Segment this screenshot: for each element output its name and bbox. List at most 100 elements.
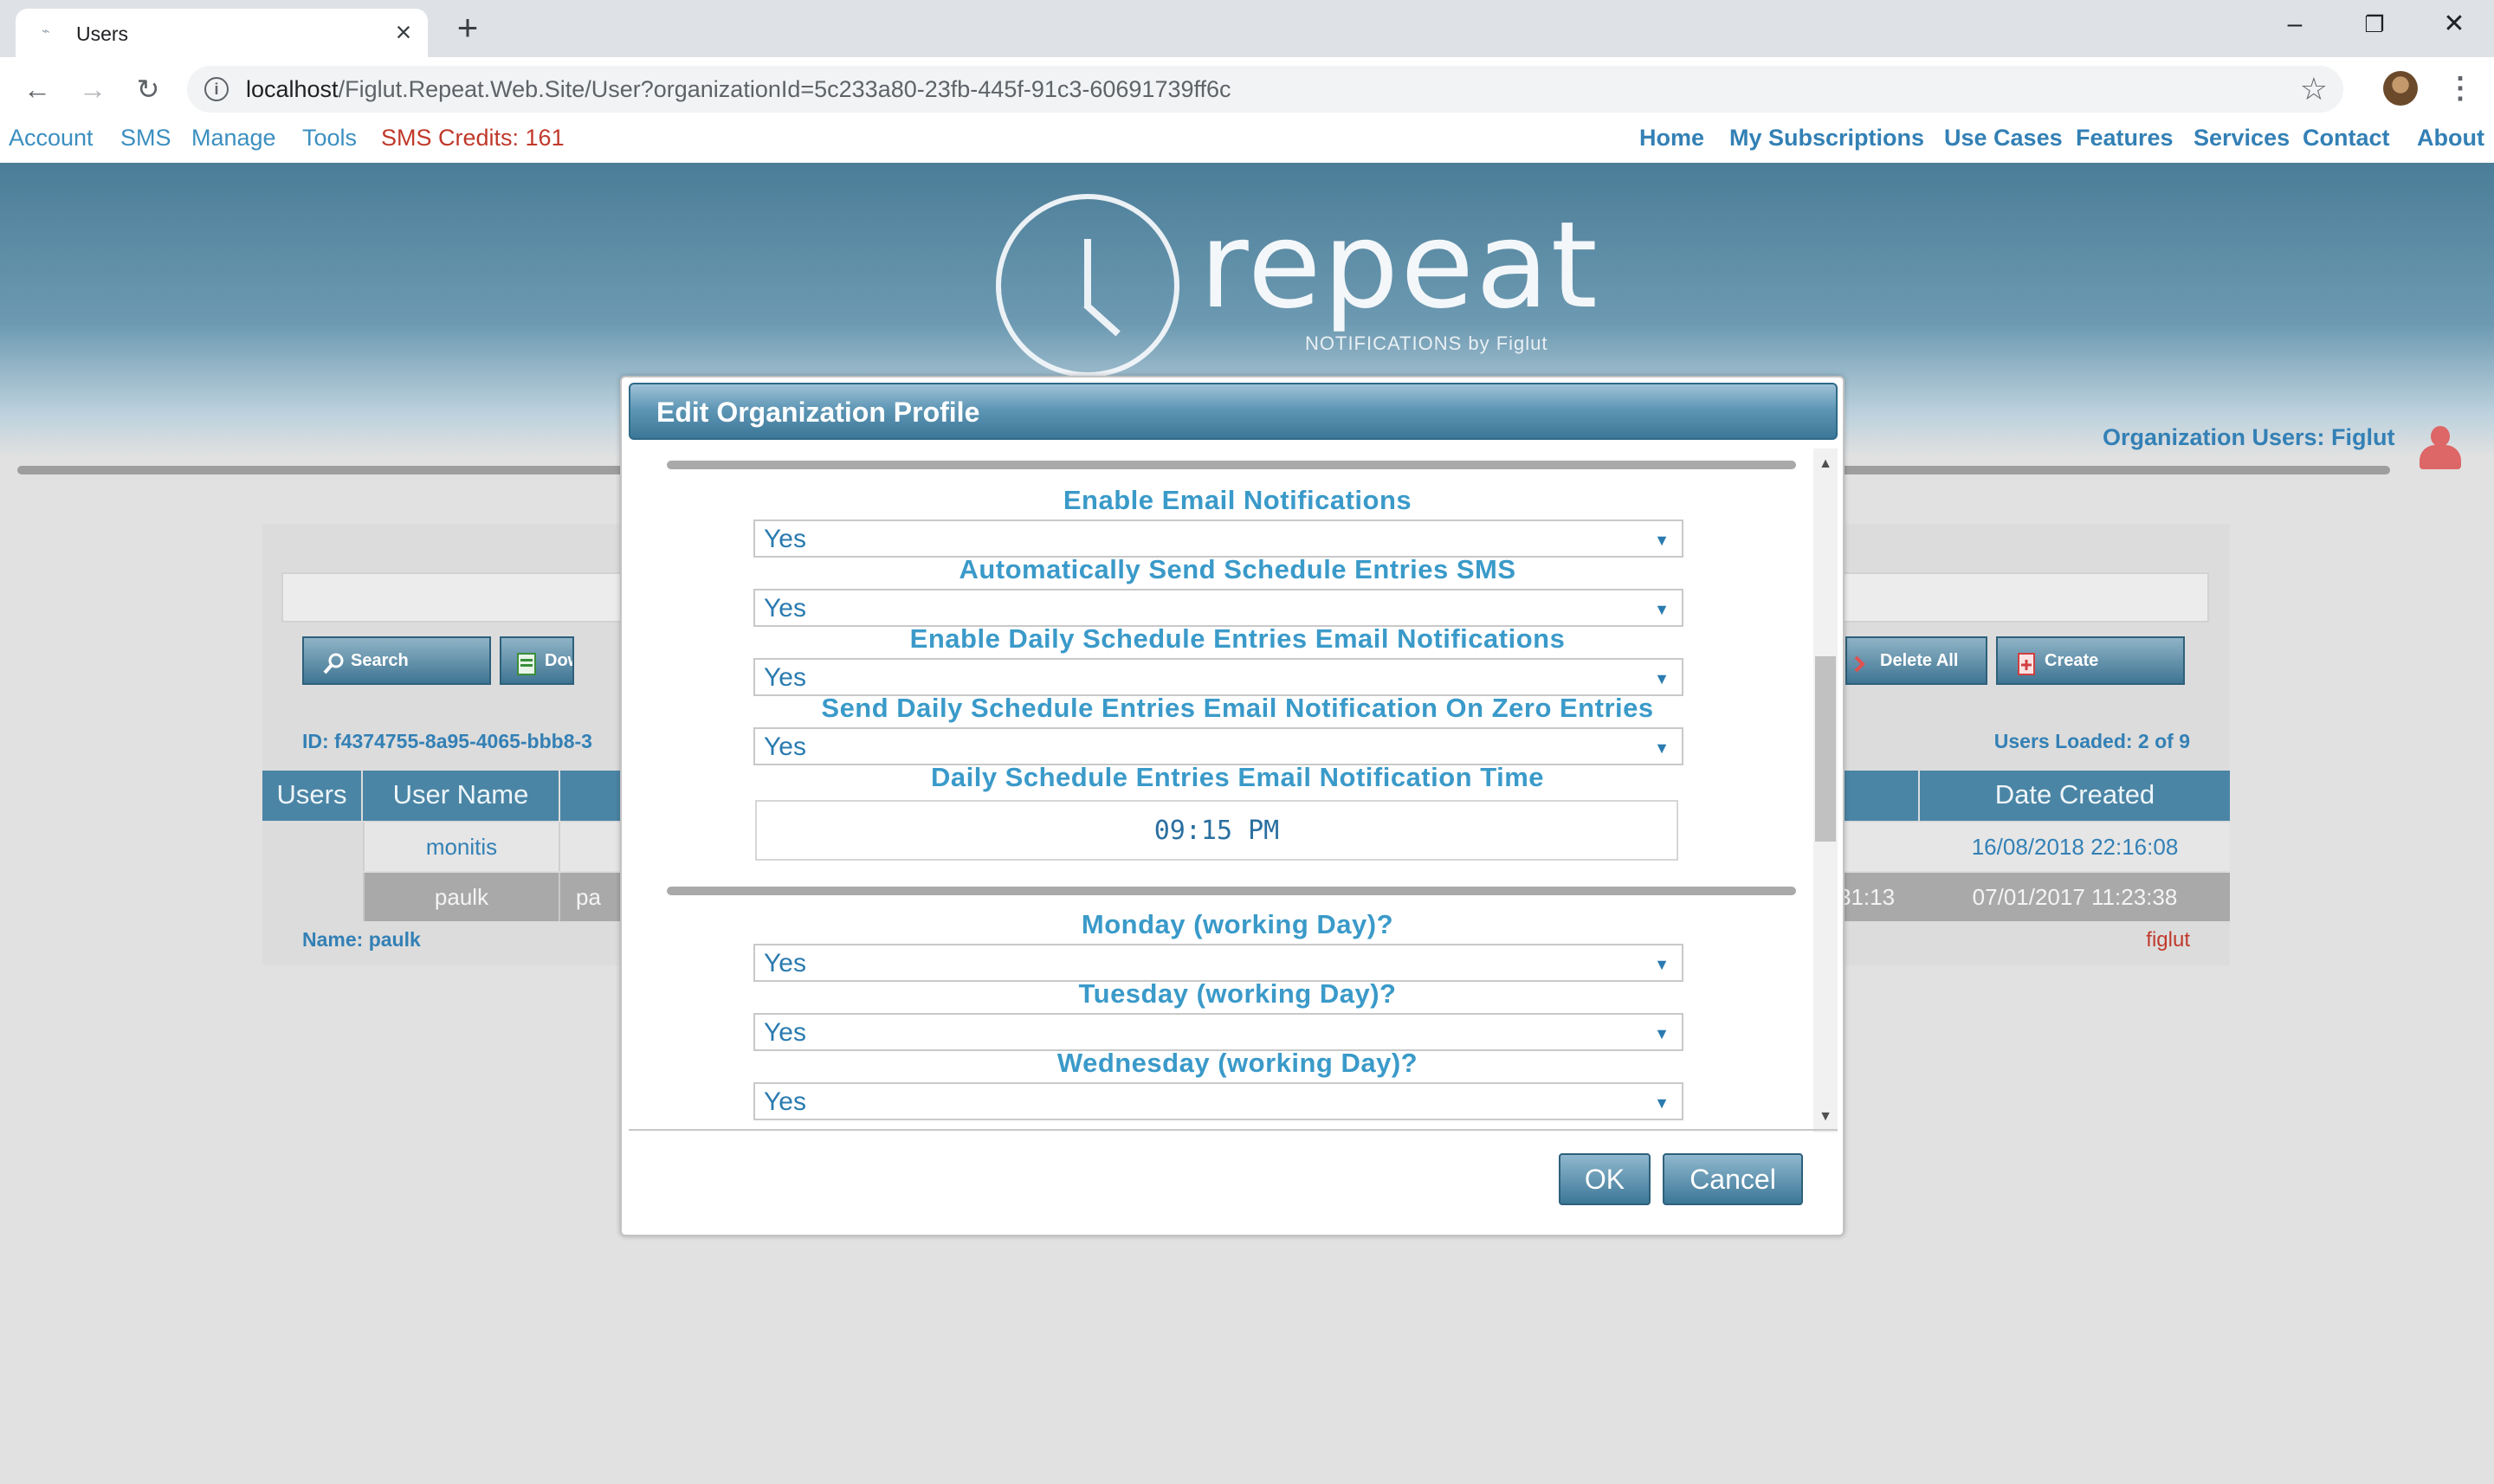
menu-contact[interactable]: Contact bbox=[2303, 125, 2390, 152]
reload-icon[interactable]: ↻ bbox=[128, 69, 168, 109]
add-document-icon bbox=[2015, 648, 2039, 675]
field-label-tuesday: Tuesday (working Day)? bbox=[1078, 978, 1397, 1009]
user-name-cell[interactable]: paulk bbox=[363, 873, 560, 921]
select-value: Yes bbox=[764, 663, 806, 692]
column-header-date-created[interactable]: Date Created bbox=[1920, 771, 2230, 821]
menu-sms[interactable]: SMS bbox=[120, 125, 171, 152]
page-favicon-icon: ⌁ bbox=[42, 24, 50, 39]
menu-services[interactable]: Services bbox=[2194, 125, 2290, 152]
selected-user-name: Name: paulk bbox=[302, 928, 421, 951]
url-path: /Figlut.Repeat.Web.Site/User?organizatio… bbox=[338, 76, 1231, 102]
address-url[interactable]: localhost/Figlut.Repeat.Web.Site/User?or… bbox=[246, 76, 1231, 103]
section-divider bbox=[667, 887, 1796, 895]
dropdown-arrow-icon: ▼ bbox=[1654, 739, 1670, 757]
site-info-icon[interactable]: i bbox=[204, 77, 229, 101]
date-created-cell: 07/01/2017 11:23:38 bbox=[1972, 884, 2178, 910]
wednesday-select[interactable]: Yes ▼ bbox=[753, 1082, 1683, 1120]
delete-all-button[interactable]: Delete All bbox=[1845, 636, 1987, 685]
organization-id: ID: f4374755-8a95-4065-bbb8-3 bbox=[302, 730, 592, 752]
dropdown-arrow-icon: ▼ bbox=[1654, 601, 1670, 618]
user-icon bbox=[2416, 423, 2465, 473]
close-window-icon[interactable]: ✕ bbox=[2428, 5, 2480, 43]
column-header-user-name[interactable]: User Name bbox=[363, 771, 560, 821]
section-divider bbox=[667, 461, 1796, 469]
menu-use-cases[interactable]: Use Cases bbox=[1944, 125, 2063, 152]
menu-my-subscriptions[interactable]: My Subscriptions bbox=[1729, 125, 1924, 152]
bookmark-star-icon[interactable]: ☆ bbox=[2300, 71, 2328, 107]
organization-users-title: Organization Users: Figlut bbox=[2103, 424, 2395, 450]
sms-credits: SMS Credits: 161 bbox=[381, 125, 565, 151]
field-label-zero-entries: Send Daily Schedule Entries Email Notifi… bbox=[821, 693, 1654, 723]
time-value: 09:15 PM bbox=[1153, 816, 1280, 846]
field-label-notification-time: Daily Schedule Entries Email Notificatio… bbox=[930, 762, 1545, 792]
select-value: Yes bbox=[764, 949, 806, 978]
menu-home[interactable]: Home bbox=[1639, 125, 1704, 152]
profile-avatar[interactable] bbox=[2383, 71, 2418, 106]
select-value: Yes bbox=[764, 594, 806, 623]
auto-send-sms-select[interactable]: Yes ▼ bbox=[753, 589, 1683, 627]
delete-all-button-label: Delete All bbox=[1880, 651, 1959, 670]
row-select-cell[interactable] bbox=[262, 873, 363, 921]
restore-icon[interactable]: ❐ bbox=[2349, 5, 2400, 43]
logo-wordmark: repeat bbox=[1199, 196, 1599, 335]
create-button[interactable]: Create bbox=[1996, 636, 2185, 685]
menu-manage[interactable]: Manage bbox=[191, 125, 276, 152]
back-icon[interactable]: ← bbox=[17, 69, 57, 109]
menu-account[interactable]: Account bbox=[9, 125, 94, 152]
tab-close-icon[interactable]: × bbox=[388, 16, 419, 48]
minimize-icon[interactable]: – bbox=[2269, 5, 2321, 43]
dialog-title: Edit Organization Profile bbox=[656, 397, 980, 428]
row-select-cell[interactable] bbox=[262, 823, 363, 871]
new-tab-icon[interactable]: + bbox=[450, 10, 485, 46]
cancel-button[interactable]: Cancel bbox=[1663, 1153, 1803, 1205]
magnifier-icon bbox=[321, 648, 346, 674]
menu-features[interactable]: Features bbox=[2076, 125, 2174, 152]
field-label-enable-email: Enable Email Notifications bbox=[1063, 485, 1412, 515]
dialog-title-bar[interactable]: Edit Organization Profile bbox=[629, 383, 1838, 440]
users-loaded-count: Users Loaded: 2 of 9 bbox=[1993, 730, 2190, 752]
monday-select[interactable]: Yes ▼ bbox=[753, 944, 1683, 982]
browser-menu-icon[interactable]: ⋮ bbox=[2446, 71, 2475, 106]
forward-icon[interactable]: → bbox=[73, 69, 113, 109]
menu-about[interactable]: About bbox=[2417, 125, 2484, 152]
enable-email-select[interactable]: Yes ▼ bbox=[753, 519, 1683, 558]
browser-toolbar: ← → ↻ i localhost/Figlut.Repeat.Web.Site… bbox=[0, 57, 2494, 121]
menu-tools[interactable]: Tools bbox=[302, 125, 357, 152]
column-header-users[interactable]: Users bbox=[262, 771, 363, 821]
browser-chrome: ⌁ Users × + – ❐ ✕ ← → ↻ i localhost/Figl… bbox=[0, 0, 2494, 121]
field-label-daily-email: Enable Daily Schedule Entries Email Noti… bbox=[909, 623, 1566, 654]
delete-icon bbox=[1852, 648, 1877, 673]
organization-link[interactable]: figlut bbox=[2146, 928, 2190, 952]
dropdown-arrow-icon: ▼ bbox=[1654, 1025, 1670, 1042]
select-value: Yes bbox=[764, 732, 806, 761]
dropdown-arrow-icon: ▼ bbox=[1654, 670, 1670, 687]
logo-tagline: NOTIFICATIONS by Figlut bbox=[1305, 332, 1548, 354]
search-button[interactable]: Search bbox=[302, 636, 491, 685]
zero-entries-select[interactable]: Yes ▼ bbox=[753, 727, 1683, 765]
select-value: Yes bbox=[764, 1087, 806, 1116]
time-cell: 31:13 bbox=[1838, 884, 1896, 910]
site-menu-bar: Account SMS Manage Tools SMS Credits: 16… bbox=[0, 121, 2494, 163]
partial-cell: pa bbox=[576, 884, 601, 910]
select-value: Yes bbox=[764, 1018, 806, 1047]
browser-tab[interactable]: ⌁ Users × bbox=[16, 9, 428, 57]
notification-time-input[interactable]: 09:15 PM bbox=[755, 800, 1678, 861]
footer-divider bbox=[629, 1129, 1838, 1131]
address-bar[interactable]: i localhost/Figlut.Repeat.Web.Site/User?… bbox=[187, 66, 2343, 113]
download-button-label: Downl bbox=[545, 651, 572, 670]
spreadsheet-icon bbox=[515, 648, 540, 675]
clock-logo-icon bbox=[996, 194, 1179, 377]
url-host: localhost bbox=[246, 76, 339, 102]
dialog-scrollbar[interactable]: ▲ ▼ bbox=[1813, 448, 1838, 1132]
dropdown-arrow-icon: ▼ bbox=[1654, 1094, 1670, 1112]
scroll-up-icon[interactable]: ▲ bbox=[1813, 455, 1838, 473]
ok-button[interactable]: OK bbox=[1559, 1153, 1651, 1205]
search-button-label: Search bbox=[351, 651, 409, 670]
scrollbar-thumb[interactable] bbox=[1815, 656, 1836, 842]
scroll-down-icon[interactable]: ▼ bbox=[1813, 1108, 1838, 1126]
field-label-wednesday: Wednesday (working Day)? bbox=[1056, 1048, 1418, 1078]
user-name-cell[interactable]: monitis bbox=[363, 823, 560, 871]
download-button[interactable]: Downl bbox=[500, 636, 574, 685]
daily-email-select[interactable]: Yes ▼ bbox=[753, 658, 1683, 696]
tuesday-select[interactable]: Yes ▼ bbox=[753, 1013, 1683, 1051]
